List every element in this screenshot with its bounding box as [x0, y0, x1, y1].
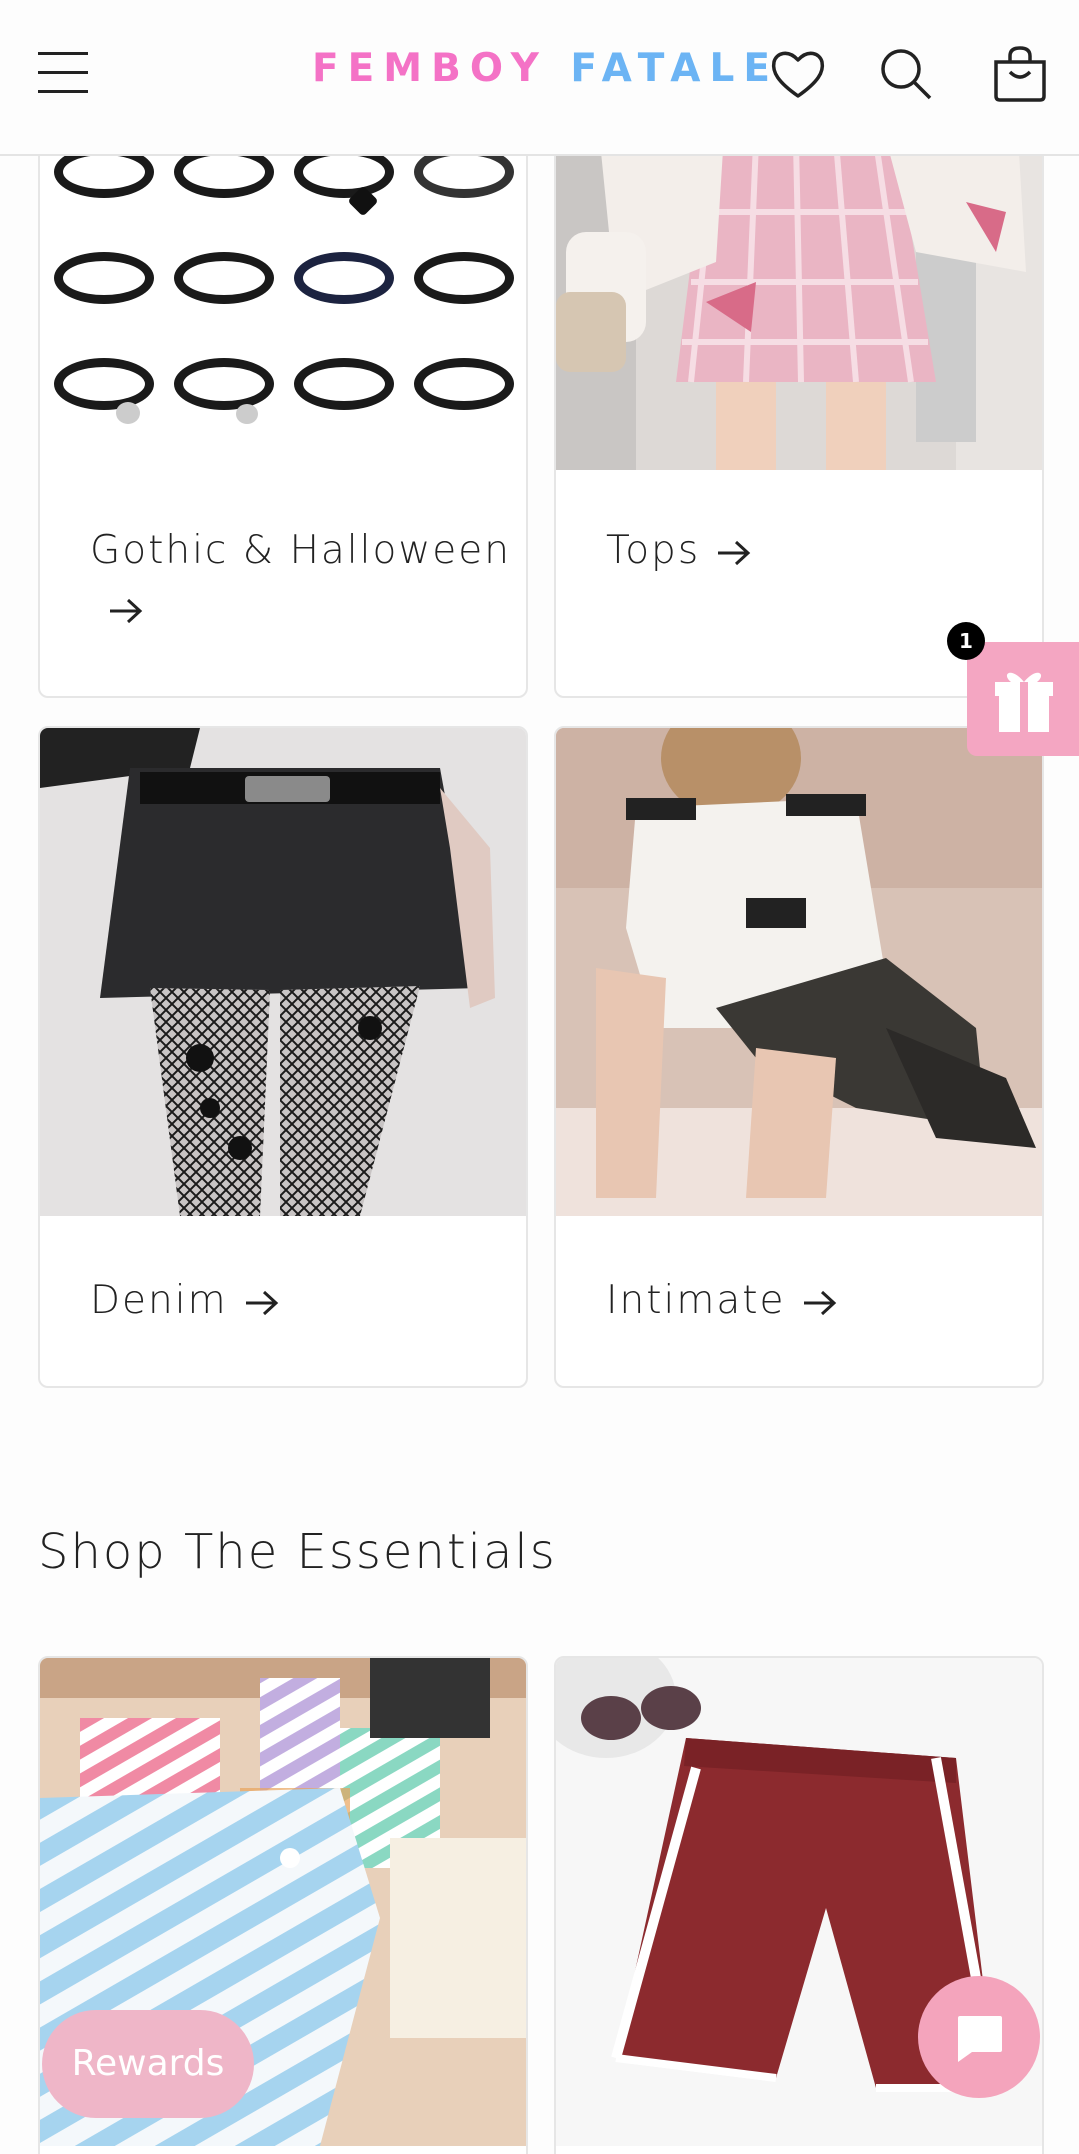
collection-label-denim: Denim: [90, 1272, 282, 1330]
gift-icon[interactable]: [967, 642, 1079, 756]
search-icon[interactable]: [876, 44, 936, 104]
arrow-right-icon: [110, 598, 143, 623]
section-title-essentials: Shop The Essentials: [38, 1524, 557, 1580]
arrow-right-icon: [718, 540, 751, 565]
arrow-right-icon: [245, 1290, 278, 1315]
collection-card-denim[interactable]: Denim: [38, 726, 528, 1388]
hamburger-icon[interactable]: [38, 50, 88, 96]
denim-skirt-fishnet-photo: [40, 728, 526, 1216]
site-header: FEMBOY FATALE: [0, 0, 1079, 156]
collection-label-gothic: Gothic & Halloween: [90, 522, 511, 638]
rewards-button[interactable]: Rewards: [42, 2010, 254, 2118]
gift-badge-count: 1: [947, 622, 985, 660]
logo-text-femboy: FEMBOY: [312, 46, 548, 91]
site-logo[interactable]: FEMBOY FATALE: [312, 46, 779, 91]
cart-icon[interactable]: [990, 44, 1050, 104]
chat-bubble-icon[interactable]: [918, 1976, 1040, 2098]
plaid-skirt-cardigan-photo: [556, 102, 1042, 470]
logo-text-fatale: FATALE: [570, 46, 779, 91]
heart-icon[interactable]: [768, 44, 828, 104]
chokers-photo: [40, 102, 526, 470]
collection-card-gothic[interactable]: Gothic & Halloween: [38, 100, 528, 698]
collection-label-intimate: Intimate: [606, 1272, 840, 1330]
arrow-right-icon: [803, 1290, 836, 1315]
police-costume-photo: [556, 728, 1042, 1216]
collection-card-tops[interactable]: Tops: [554, 100, 1044, 698]
collection-card-intimate[interactable]: Intimate: [554, 726, 1044, 1388]
collection-label-tops: Tops: [606, 522, 754, 580]
